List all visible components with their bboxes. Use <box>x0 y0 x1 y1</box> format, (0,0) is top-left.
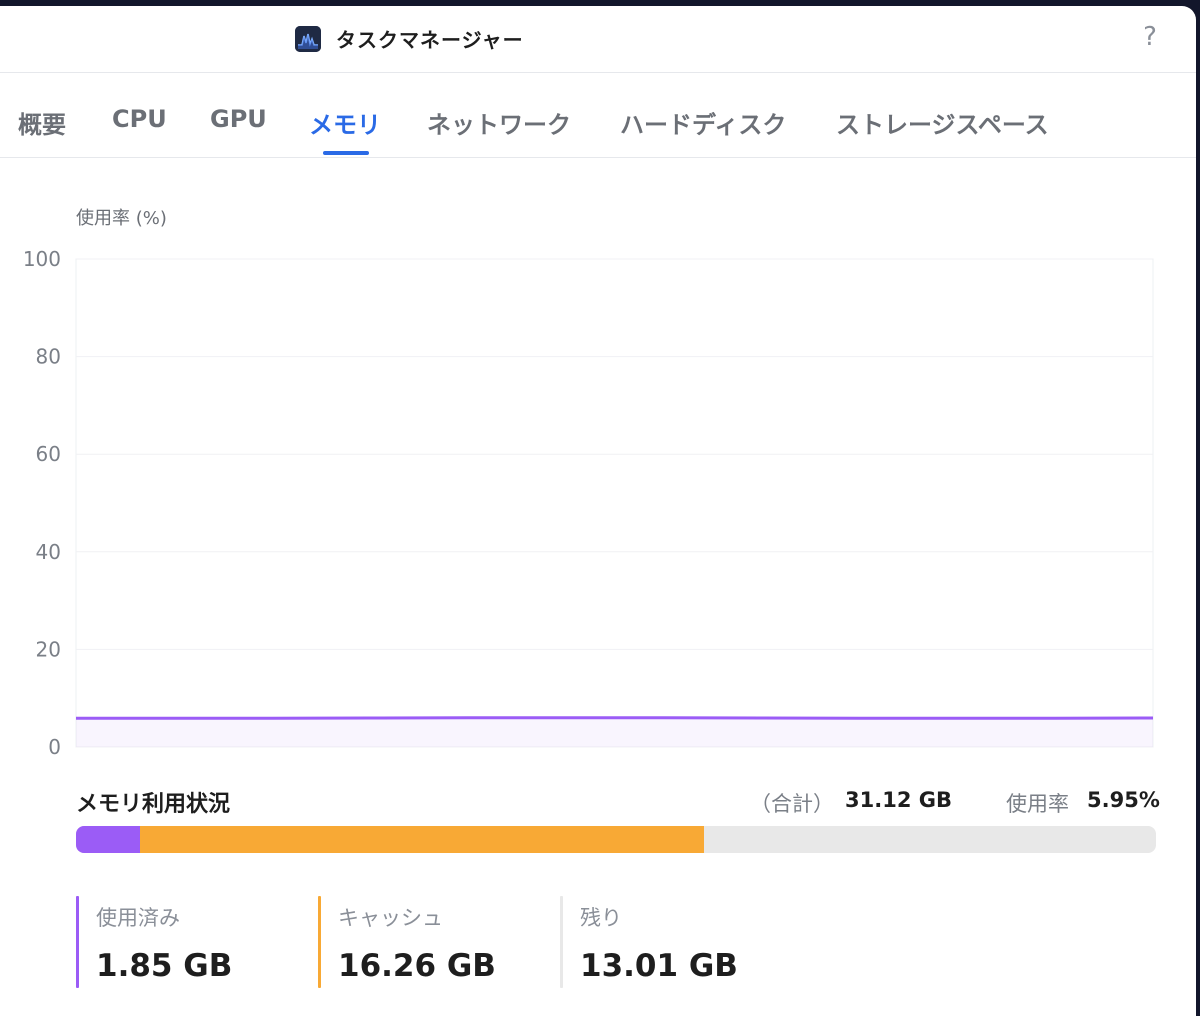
cache-segment <box>140 826 705 853</box>
total-value: 31.12 GB <box>845 788 952 812</box>
usage-rate-value: 5.95% <box>1087 788 1160 812</box>
tab-memory[interactable]: メモリ <box>309 105 381 140</box>
series-line <box>76 716 1154 720</box>
stat-used-color-bar <box>76 896 79 988</box>
tab-overview[interactable]: 概要 <box>18 105 66 140</box>
stat-free-value: 13.01 GB <box>580 948 738 984</box>
tab-cpu[interactable]: CPU <box>112 105 167 133</box>
stat-free-color-bar <box>560 896 563 988</box>
used-segment <box>76 826 141 853</box>
stat-free-label: 残り <box>580 906 622 930</box>
y-tick-label: 20 <box>36 637 61 661</box>
stat-used-value: 1.85 GB <box>96 948 233 984</box>
chart-canvas: 100 80 60 40 20 0 <box>23 247 1154 759</box>
total-label: （合計） <box>750 792 834 816</box>
stat-cache-label: キャッシュ <box>338 906 443 930</box>
tab-hard-disk[interactable]: ハードディスク <box>620 105 786 140</box>
active-tab-indicator <box>323 151 369 155</box>
memory-usage-chart: 使用率 (%) 100 80 60 40 20 0 <box>0 196 1196 766</box>
stat-used-label: 使用済み <box>96 906 180 930</box>
stat-cache-color-bar <box>318 896 321 988</box>
tab-storage-space[interactable]: ストレージスペース <box>836 105 1049 140</box>
stat-cache-value: 16.26 GB <box>338 948 496 984</box>
y-tick-label: 80 <box>36 345 61 369</box>
y-tick-label: 60 <box>36 442 61 466</box>
tab-network[interactable]: ネットワーク <box>427 105 571 140</box>
activity-monitor-icon <box>295 26 321 52</box>
task-manager-window: タスクマネージャー ? 概要 CPU GPU メモリ ネットワーク ハードディス… <box>0 6 1196 1016</box>
tab-bar: 概要 CPU GPU メモリ ネットワーク ハードディスク ストレージスペース <box>0 73 1196 158</box>
y-tick-label: 100 <box>23 247 61 271</box>
stat-free: 残り 13.01 GB <box>560 896 800 988</box>
title-bar: タスクマネージャー ? <box>0 6 1196 73</box>
plot-area <box>75 258 1154 748</box>
stat-used: 使用済み 1.85 GB <box>76 896 316 988</box>
y-tick-label: 0 <box>48 735 61 759</box>
stat-cache: キャッシュ 16.26 GB <box>318 896 558 988</box>
tab-gpu[interactable]: GPU <box>210 105 267 133</box>
series-area <box>76 717 1153 747</box>
memory-usage-bar <box>76 826 1156 853</box>
y-tick-label: 40 <box>36 540 61 564</box>
app-title: タスクマネージャー <box>336 28 524 52</box>
help-button[interactable]: ? <box>1138 22 1162 54</box>
usage-rate-label: 使用率 <box>1006 792 1069 816</box>
memory-usage-title: メモリ利用状況 <box>76 792 231 817</box>
